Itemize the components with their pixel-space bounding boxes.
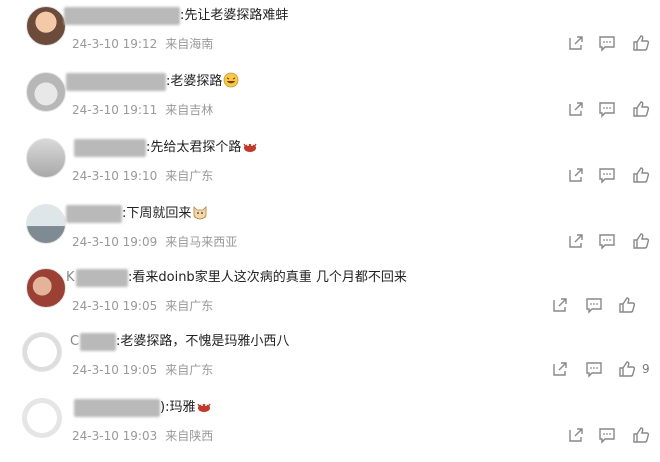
comment-item: :下周就回来 24-3-10 19:09 来自马来西亚 bbox=[0, 202, 660, 268]
comment-item: :先给太君探个路 24-3-10 19:10 来自广东 bbox=[0, 136, 660, 202]
comment-text-content: :看来doinb家里人这次病的真重 几个月都不回来 bbox=[128, 270, 407, 285]
redacted-nickname[interactable] bbox=[64, 7, 180, 25]
like-icon[interactable] bbox=[632, 232, 650, 250]
comment-icon[interactable] bbox=[598, 166, 616, 184]
like-count: 9 bbox=[642, 362, 650, 376]
crab-emoji bbox=[242, 138, 258, 154]
share-icon[interactable] bbox=[567, 166, 585, 184]
like-icon[interactable] bbox=[632, 100, 650, 118]
timestamp: 24-3-10 19:03 bbox=[72, 429, 158, 443]
timestamp: 24-3-10 19:10 bbox=[72, 169, 158, 183]
comment-text: :老婆探路 bbox=[166, 72, 239, 92]
timestamp: 24-3-10 19:05 bbox=[72, 363, 158, 377]
share-icon[interactable] bbox=[567, 232, 585, 250]
location: 来自广东 bbox=[165, 299, 214, 313]
comment-icon[interactable] bbox=[598, 100, 616, 118]
comment-item: :老婆探路 24-3-10 19:11 来自吉林 bbox=[0, 70, 660, 136]
nickname-prefix: C bbox=[70, 334, 80, 349]
avatar[interactable] bbox=[26, 204, 66, 244]
comment-meta: 24-3-10 19:05 来自广东 bbox=[72, 297, 213, 314]
avatar[interactable] bbox=[26, 72, 66, 112]
share-icon[interactable] bbox=[567, 426, 585, 444]
like-icon[interactable] bbox=[632, 34, 650, 52]
comment-icon[interactable] bbox=[598, 232, 616, 250]
comment-item: K :看来doinb家里人这次病的真重 几个月都不回来 24-3-10 19:05 来… bbox=[0, 266, 660, 332]
comment-text: :下周就回来 bbox=[122, 204, 208, 224]
comment-icon[interactable] bbox=[598, 426, 616, 444]
like-icon[interactable] bbox=[632, 166, 650, 184]
avatar[interactable] bbox=[26, 138, 66, 178]
comment-icon[interactable] bbox=[598, 34, 616, 52]
location: 来自陕西 bbox=[165, 429, 214, 443]
avatar[interactable] bbox=[22, 332, 62, 372]
share-icon[interactable] bbox=[551, 296, 569, 314]
redacted-nickname[interactable] bbox=[80, 333, 116, 351]
location: 来自吉林 bbox=[165, 103, 214, 117]
like-icon[interactable] bbox=[618, 296, 636, 314]
share-icon[interactable] bbox=[567, 100, 585, 118]
avatar[interactable] bbox=[22, 398, 62, 438]
location: 来自广东 bbox=[165, 169, 214, 183]
timestamp: 24-3-10 19:11 bbox=[72, 103, 158, 117]
comment-item: ):玛雅 24-3-10 19:03 来自陕西 bbox=[0, 396, 660, 462]
comment-icon[interactable] bbox=[585, 360, 603, 378]
comment-meta: 24-3-10 19:12 来自海南 bbox=[72, 35, 213, 52]
location: 来自广东 bbox=[165, 363, 214, 377]
redacted-nickname[interactable] bbox=[66, 205, 122, 223]
comment-text: ):玛雅 bbox=[160, 398, 212, 418]
redacted-nickname[interactable] bbox=[74, 139, 146, 157]
redacted-nickname[interactable] bbox=[76, 269, 128, 287]
timestamp: 24-3-10 19:09 bbox=[72, 235, 158, 249]
comment-meta: 24-3-10 19:03 来自陕西 bbox=[72, 427, 213, 444]
comment-meta: 24-3-10 19:10 来自广东 bbox=[72, 167, 213, 184]
location: 来自马来西亚 bbox=[165, 235, 238, 249]
comment-text-content: :下周就回来 bbox=[122, 206, 192, 221]
comment-text-content: :老婆探路 bbox=[166, 74, 223, 89]
comment-text: :看来doinb家里人这次病的真重 几个月都不回来 bbox=[128, 268, 407, 288]
cat-emoji bbox=[192, 204, 208, 220]
share-icon[interactable] bbox=[551, 360, 569, 378]
timestamp: 24-3-10 19:12 bbox=[72, 37, 158, 51]
comment-text: :老婆探路，不愧是玛雅小西八 bbox=[116, 332, 289, 352]
comment-meta: 24-3-10 19:11 来自吉林 bbox=[72, 101, 213, 118]
comment-item: C :老婆探路，不愧是玛雅小西八 24-3-10 19:05 来自广东 9 bbox=[0, 330, 660, 396]
comment-text: :先给太君探个路 bbox=[146, 138, 258, 158]
redacted-nickname[interactable] bbox=[74, 399, 160, 417]
comment-text-content: :先让老婆探路难蚌 bbox=[180, 8, 289, 23]
location: 来自海南 bbox=[165, 37, 214, 51]
like-icon[interactable] bbox=[618, 360, 636, 378]
nickname-prefix: K bbox=[66, 270, 75, 285]
comment-text-content: ):玛雅 bbox=[160, 400, 196, 415]
avatar[interactable] bbox=[26, 268, 66, 308]
crab-emoji bbox=[196, 398, 212, 414]
laugh-emoji bbox=[223, 72, 239, 88]
comment-text-content: :先给太君探个路 bbox=[146, 140, 242, 155]
comment-text-content: :老婆探路，不愧是玛雅小西八 bbox=[116, 334, 290, 349]
avatar[interactable] bbox=[26, 6, 66, 46]
timestamp: 24-3-10 19:05 bbox=[72, 299, 158, 313]
comment-item: :先让老婆探路难蚌 24-3-10 19:12 来自海南 bbox=[0, 4, 660, 70]
comment-meta: 24-3-10 19:05 来自广东 bbox=[72, 361, 213, 378]
comment-text: :先让老婆探路难蚌 bbox=[180, 6, 288, 26]
comment-icon[interactable] bbox=[585, 296, 603, 314]
redacted-nickname[interactable] bbox=[66, 73, 166, 91]
like-icon[interactable] bbox=[632, 426, 650, 444]
share-icon[interactable] bbox=[567, 34, 585, 52]
comment-meta: 24-3-10 19:09 来自马来西亚 bbox=[72, 233, 237, 250]
